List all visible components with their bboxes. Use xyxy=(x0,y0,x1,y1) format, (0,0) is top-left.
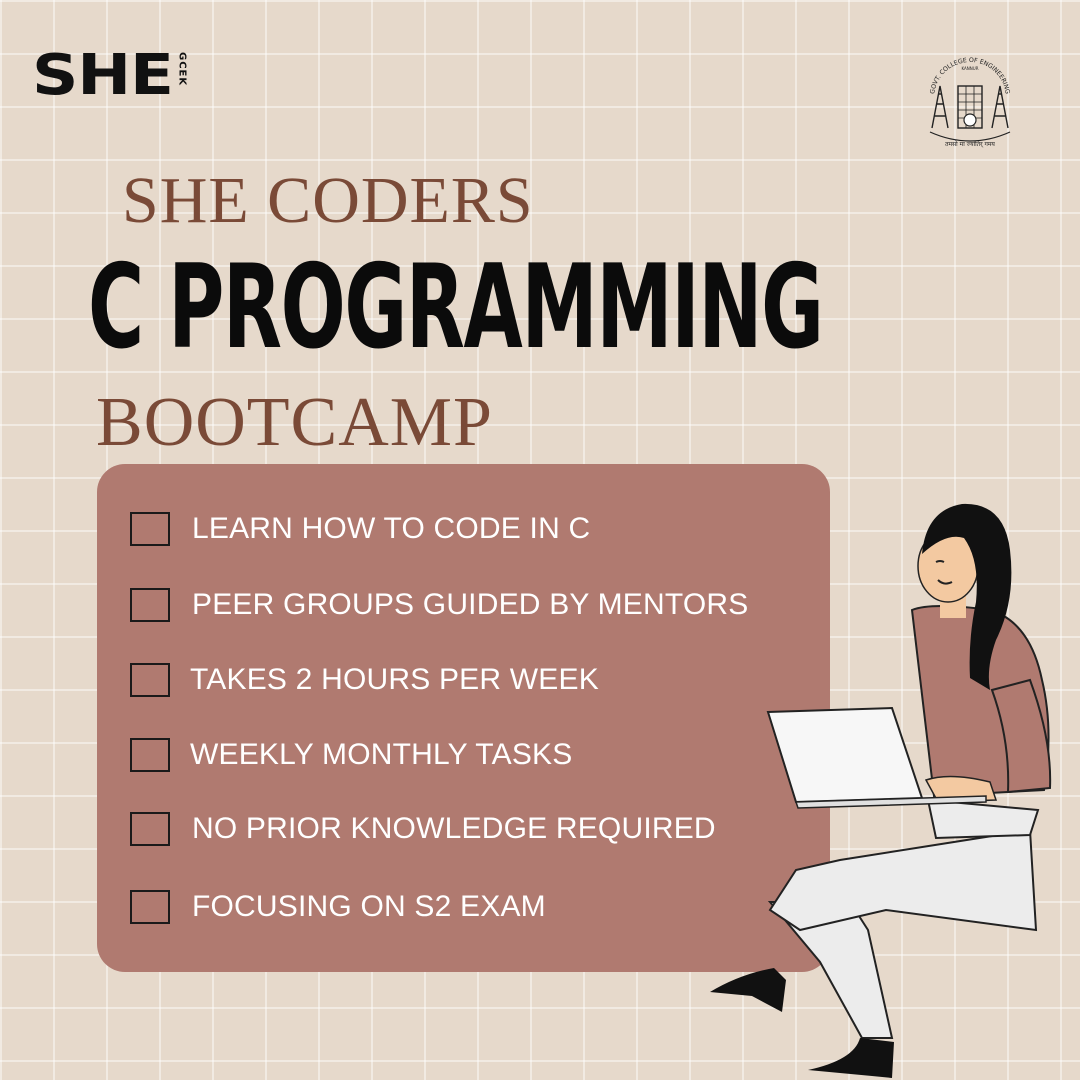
checkbox xyxy=(130,890,170,924)
checklist-item: TAKES 2 HOURS PER WEEK xyxy=(130,663,599,697)
checklist-item: FOCUSING ON S2 EXAM xyxy=(130,890,546,924)
checklist-item: PEER GROUPS GUIDED BY MENTORS xyxy=(130,588,748,622)
checklist-item-label: WEEKLY MONTHLY TASKS xyxy=(190,738,573,771)
checklist-item: WEEKLY MONTHLY TASKS xyxy=(130,738,572,772)
title-bootcamp: BOOTCAMP xyxy=(96,384,493,461)
checkbox xyxy=(130,738,170,772)
checklist-item-label: FOCUSING ON S2 EXAM xyxy=(192,890,546,923)
checklist-item-label: TAKES 2 HOURS PER WEEK xyxy=(190,663,599,696)
logo-text: SHE xyxy=(32,43,174,108)
checklist-item: LEARN HOW TO CODE IN C xyxy=(130,512,590,546)
logo-subtext: GCEK xyxy=(176,52,188,87)
checklist-item-label: NO PRIOR KNOWLEDGE REQUIRED xyxy=(192,812,716,845)
title-c-programming: C PROGRAMMING xyxy=(88,240,824,375)
woman-with-laptop-illustration xyxy=(710,503,1052,1078)
checklist-item-label: LEARN HOW TO CODE IN C xyxy=(192,512,591,545)
checkbox xyxy=(130,812,170,846)
svg-text:तमसो मा ज्योतिर् गमय: तमसो मा ज्योतिर् गमय xyxy=(945,140,995,148)
college-seal-icon: GOVT. COLLEGE OF ENGINEERING KANNUR तमसो… xyxy=(929,57,1011,148)
checkbox xyxy=(130,512,170,546)
checklist-item: NO PRIOR KNOWLEDGE REQUIRED xyxy=(130,812,716,846)
checklist-item-label: PEER GROUPS GUIDED BY MENTORS xyxy=(192,588,749,621)
title-she-coders: SHE CODERS xyxy=(122,164,534,237)
svg-text:GOVT. COLLEGE OF ENGINEERING: GOVT. COLLEGE OF ENGINEERING xyxy=(929,57,1011,95)
she-gcek-logo: SHE GCEK xyxy=(32,48,187,104)
checkbox xyxy=(130,588,170,622)
svg-text:KANNUR: KANNUR xyxy=(962,66,979,71)
checkbox xyxy=(130,663,170,697)
